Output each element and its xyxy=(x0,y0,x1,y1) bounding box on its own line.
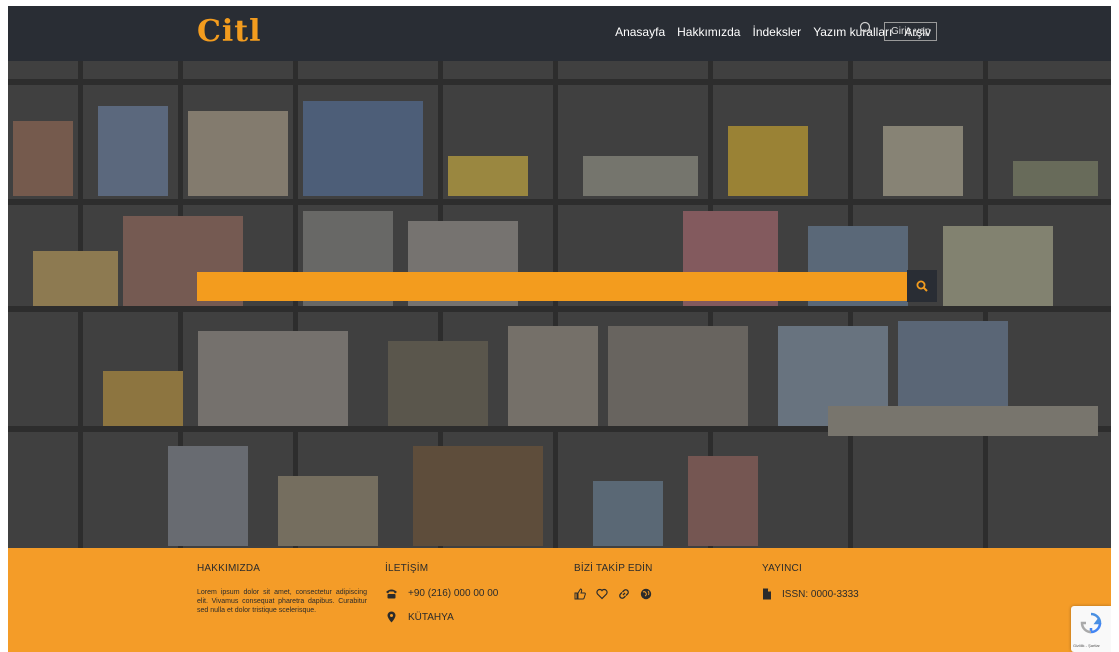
social-icons xyxy=(574,588,653,600)
contact-phone-text[interactable]: +90 (216) 000 00 00 xyxy=(408,588,498,599)
contact-location-text: KÜTAHYA xyxy=(408,611,454,623)
publisher-issn: ISSN: 0000-3333 xyxy=(762,588,859,600)
footer-about-text: Lorem ipsum dolor sit amet, consectetur … xyxy=(197,589,367,614)
nav-link-writing-rules[interactable]: Yazım kuralları xyxy=(813,25,892,39)
footer-about: HAKKIMIZDA Lorem ipsum dolor sit amet, c… xyxy=(197,563,367,615)
search-icon[interactable] xyxy=(859,21,873,35)
link-icon[interactable] xyxy=(618,588,630,600)
heart-icon[interactable] xyxy=(596,588,608,600)
site-logo[interactable]: Citl xyxy=(197,14,262,49)
recaptcha-text: Gizlilik - Şartlar xyxy=(1073,643,1100,648)
phone-icon xyxy=(386,589,397,599)
header-bar: Citl Anasayfa Hakkımızda İndeksler Yazım… xyxy=(8,6,1111,61)
login-button[interactable]: Giriş yap xyxy=(884,22,938,41)
recaptcha-icon xyxy=(1080,612,1102,634)
nav-link-home[interactable]: Anasayfa xyxy=(615,25,665,39)
search-icon xyxy=(916,280,928,292)
search-input[interactable] xyxy=(197,272,907,301)
map-marker-icon xyxy=(387,611,396,623)
hero-overlay xyxy=(8,61,1111,548)
footer-publisher: YAYINCI ISSN: 0000-3333 xyxy=(762,563,859,612)
file-icon xyxy=(763,588,771,600)
contact-location: KÜTAHYA xyxy=(385,611,498,623)
footer-about-title: HAKKIMIZDA xyxy=(197,563,261,574)
footer-contact: İLETİŞİM +90 (216) 000 00 00 KÜTAHYA xyxy=(385,563,498,635)
footer-follow: BİZİ TAKİP EDİN xyxy=(574,563,653,600)
footer-follow-title: BİZİ TAKİP EDİN xyxy=(574,563,653,574)
globe-icon[interactable] xyxy=(640,588,652,600)
publisher-issn-text: ISSN: 0000-3333 xyxy=(782,588,859,600)
like-icon[interactable] xyxy=(574,588,586,600)
footer-publisher-title: YAYINCI xyxy=(762,563,802,574)
recaptcha-badge[interactable]: Gizlilik - Şartlar xyxy=(1071,606,1111,652)
contact-phone: +90 (216) 000 00 00 xyxy=(385,588,498,599)
search-button[interactable] xyxy=(907,270,937,302)
footer: HAKKIMIZDA Lorem ipsum dolor sit amet, c… xyxy=(8,548,1111,652)
page: Citl Anasayfa Hakkımızda İndeksler Yazım… xyxy=(8,6,1111,652)
footer-contact-title: İLETİŞİM xyxy=(385,563,429,574)
nav-link-about[interactable]: Hakkımızda xyxy=(677,25,740,39)
nav-link-indexes[interactable]: İndeksler xyxy=(752,25,801,39)
hero-bookshelf-image xyxy=(8,61,1111,548)
